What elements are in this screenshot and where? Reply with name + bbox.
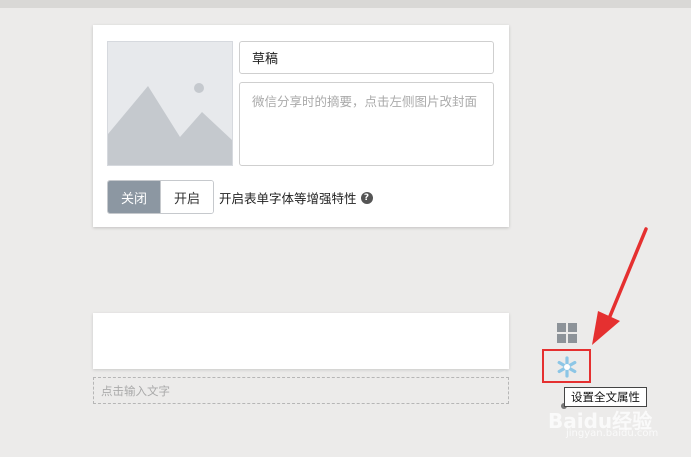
enhance-label: 开启表单字体等增强特性 (219, 191, 357, 206)
enhance-label-row: 开启表单字体等增强特性 ? (219, 188, 373, 207)
text-input[interactable] (93, 377, 509, 404)
enhance-toggle: 关闭 开启 (107, 180, 214, 214)
snowflake-gear-icon[interactable] (555, 355, 579, 379)
top-bar (0, 0, 691, 8)
watermark-url: jingyan.baidu.com (566, 428, 659, 439)
red-arrow (592, 227, 648, 345)
article-card: 关闭 开启 开启表单字体等增强特性 ? (93, 25, 509, 227)
question-circle-icon[interactable]: ? (360, 191, 373, 204)
toggle-off-button[interactable]: 关闭 (108, 181, 160, 213)
toggle-on-button[interactable]: 开启 (160, 181, 213, 213)
image-placeholder-icon (108, 42, 232, 165)
title-input[interactable] (239, 41, 494, 74)
cover-image-placeholder[interactable] (107, 41, 233, 166)
settings-tooltip: 设置全文属性 (564, 387, 647, 407)
summary-textarea[interactable] (239, 82, 494, 166)
text-block[interactable] (93, 313, 509, 369)
grid-icon[interactable] (557, 323, 577, 343)
